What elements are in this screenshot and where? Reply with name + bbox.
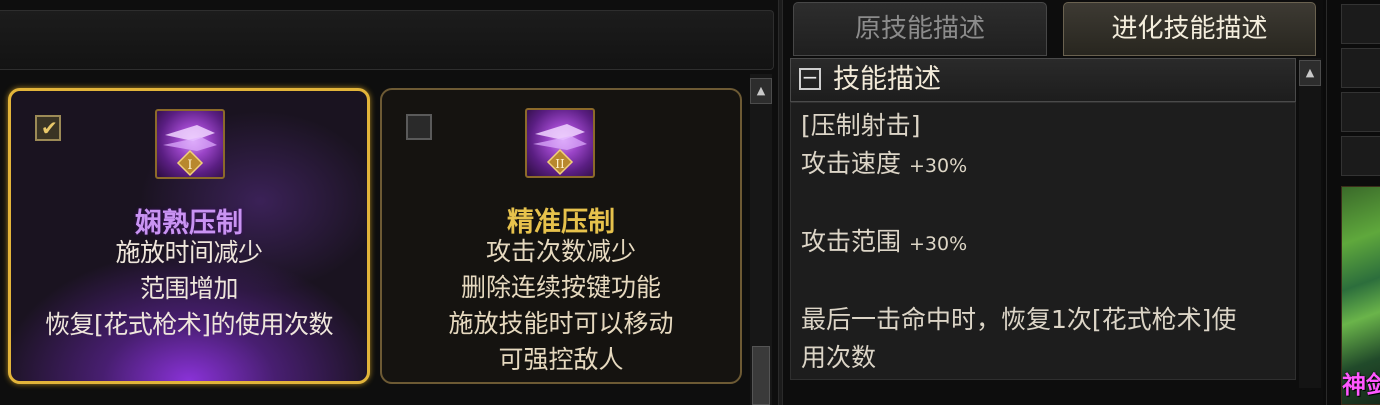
side-slot[interactable] xyxy=(1341,48,1380,88)
option-effect-line: 范围增加 xyxy=(139,274,239,303)
skill-rank-1-icon: I xyxy=(155,109,225,179)
side-slot[interactable] xyxy=(1341,92,1380,132)
option-effect-line: 删除连续按键功能 xyxy=(460,273,661,302)
stat-row: 攻击速度 +30% xyxy=(801,147,967,183)
scroll-thumb[interactable] xyxy=(752,346,770,405)
portrait-label: 神剑 xyxy=(1342,371,1380,399)
option-checkbox-2[interactable] xyxy=(406,114,432,140)
skill-name: [压制射击] xyxy=(801,111,921,140)
character-portrait[interactable]: 神剑 xyxy=(1341,186,1380,405)
stat-label: 攻击范围 xyxy=(801,227,902,256)
tab-original-description[interactable]: 原技能描述 xyxy=(793,2,1047,56)
section-title: 技能描述 xyxy=(833,64,941,95)
option-effect-line: 施放技能时可以移动 xyxy=(448,309,674,338)
scroll-up-button[interactable]: ▲ xyxy=(1299,60,1321,86)
skill-option-card-1[interactable]: ✔ I 娴熟压制 施放时间减少 范围增加 恢复[花式枪术]的使用次数 xyxy=(8,88,370,384)
stat-row: 攻击范围 +30% xyxy=(801,225,967,261)
option-effect-line: 可强控敌人 xyxy=(498,345,624,374)
description-scrollbar[interactable]: ▲ xyxy=(1299,58,1321,388)
skill-description-body: [压制射击] 攻击速度 +30% 攻击范围 +30% 最后一击命中时，恢复1次[花式… xyxy=(790,102,1296,380)
rank-numeral-1: I xyxy=(187,158,192,173)
options-scrollbar[interactable]: ▲ xyxy=(750,74,772,405)
stat-value: +30% xyxy=(909,155,968,177)
checkmark-icon: ✔ xyxy=(41,116,58,140)
skill-rank-2-icon: II xyxy=(525,108,595,178)
option-effect-line: 恢复[花式枪术]的使用次数 xyxy=(44,310,334,339)
side-strip: 神剑 xyxy=(1326,0,1380,405)
option-effect-line: 施放时间减少 xyxy=(115,238,263,267)
side-slot[interactable] xyxy=(1341,4,1380,44)
option-effect-line: 攻击次数减少 xyxy=(485,237,636,266)
option-checkbox-1[interactable]: ✔ xyxy=(35,115,61,141)
scroll-up-button[interactable]: ▲ xyxy=(750,78,772,104)
skill-option-card-2[interactable]: II 精准压制 攻击次数减少 删除连续按键功能 施放技能时可以移动 可强控敌人 xyxy=(380,88,742,384)
effect-line: 最后一击命中时，恢复1次[花式枪术]使 xyxy=(801,305,1237,334)
stat-value: +30% xyxy=(909,233,968,255)
rank-numeral-2: II xyxy=(555,157,565,171)
panel-header-bar xyxy=(0,10,774,70)
option-effects-1: 施放时间减少 范围增加 恢复[花式枪术]的使用次数 xyxy=(11,235,367,343)
stat-label: 攻击速度 xyxy=(801,149,902,178)
side-slot[interactable] xyxy=(1341,136,1380,176)
collapse-icon[interactable]: − xyxy=(799,67,821,90)
option-effects-2: 攻击次数减少 删除连续按键功能 施放技能时可以移动 可强控敌人 xyxy=(382,234,740,378)
tab-evolved-description[interactable]: 进化技能描述 xyxy=(1063,2,1316,56)
skill-description-header[interactable]: − 技能描述 xyxy=(790,58,1296,102)
effect-line: 用次数 xyxy=(801,343,877,372)
